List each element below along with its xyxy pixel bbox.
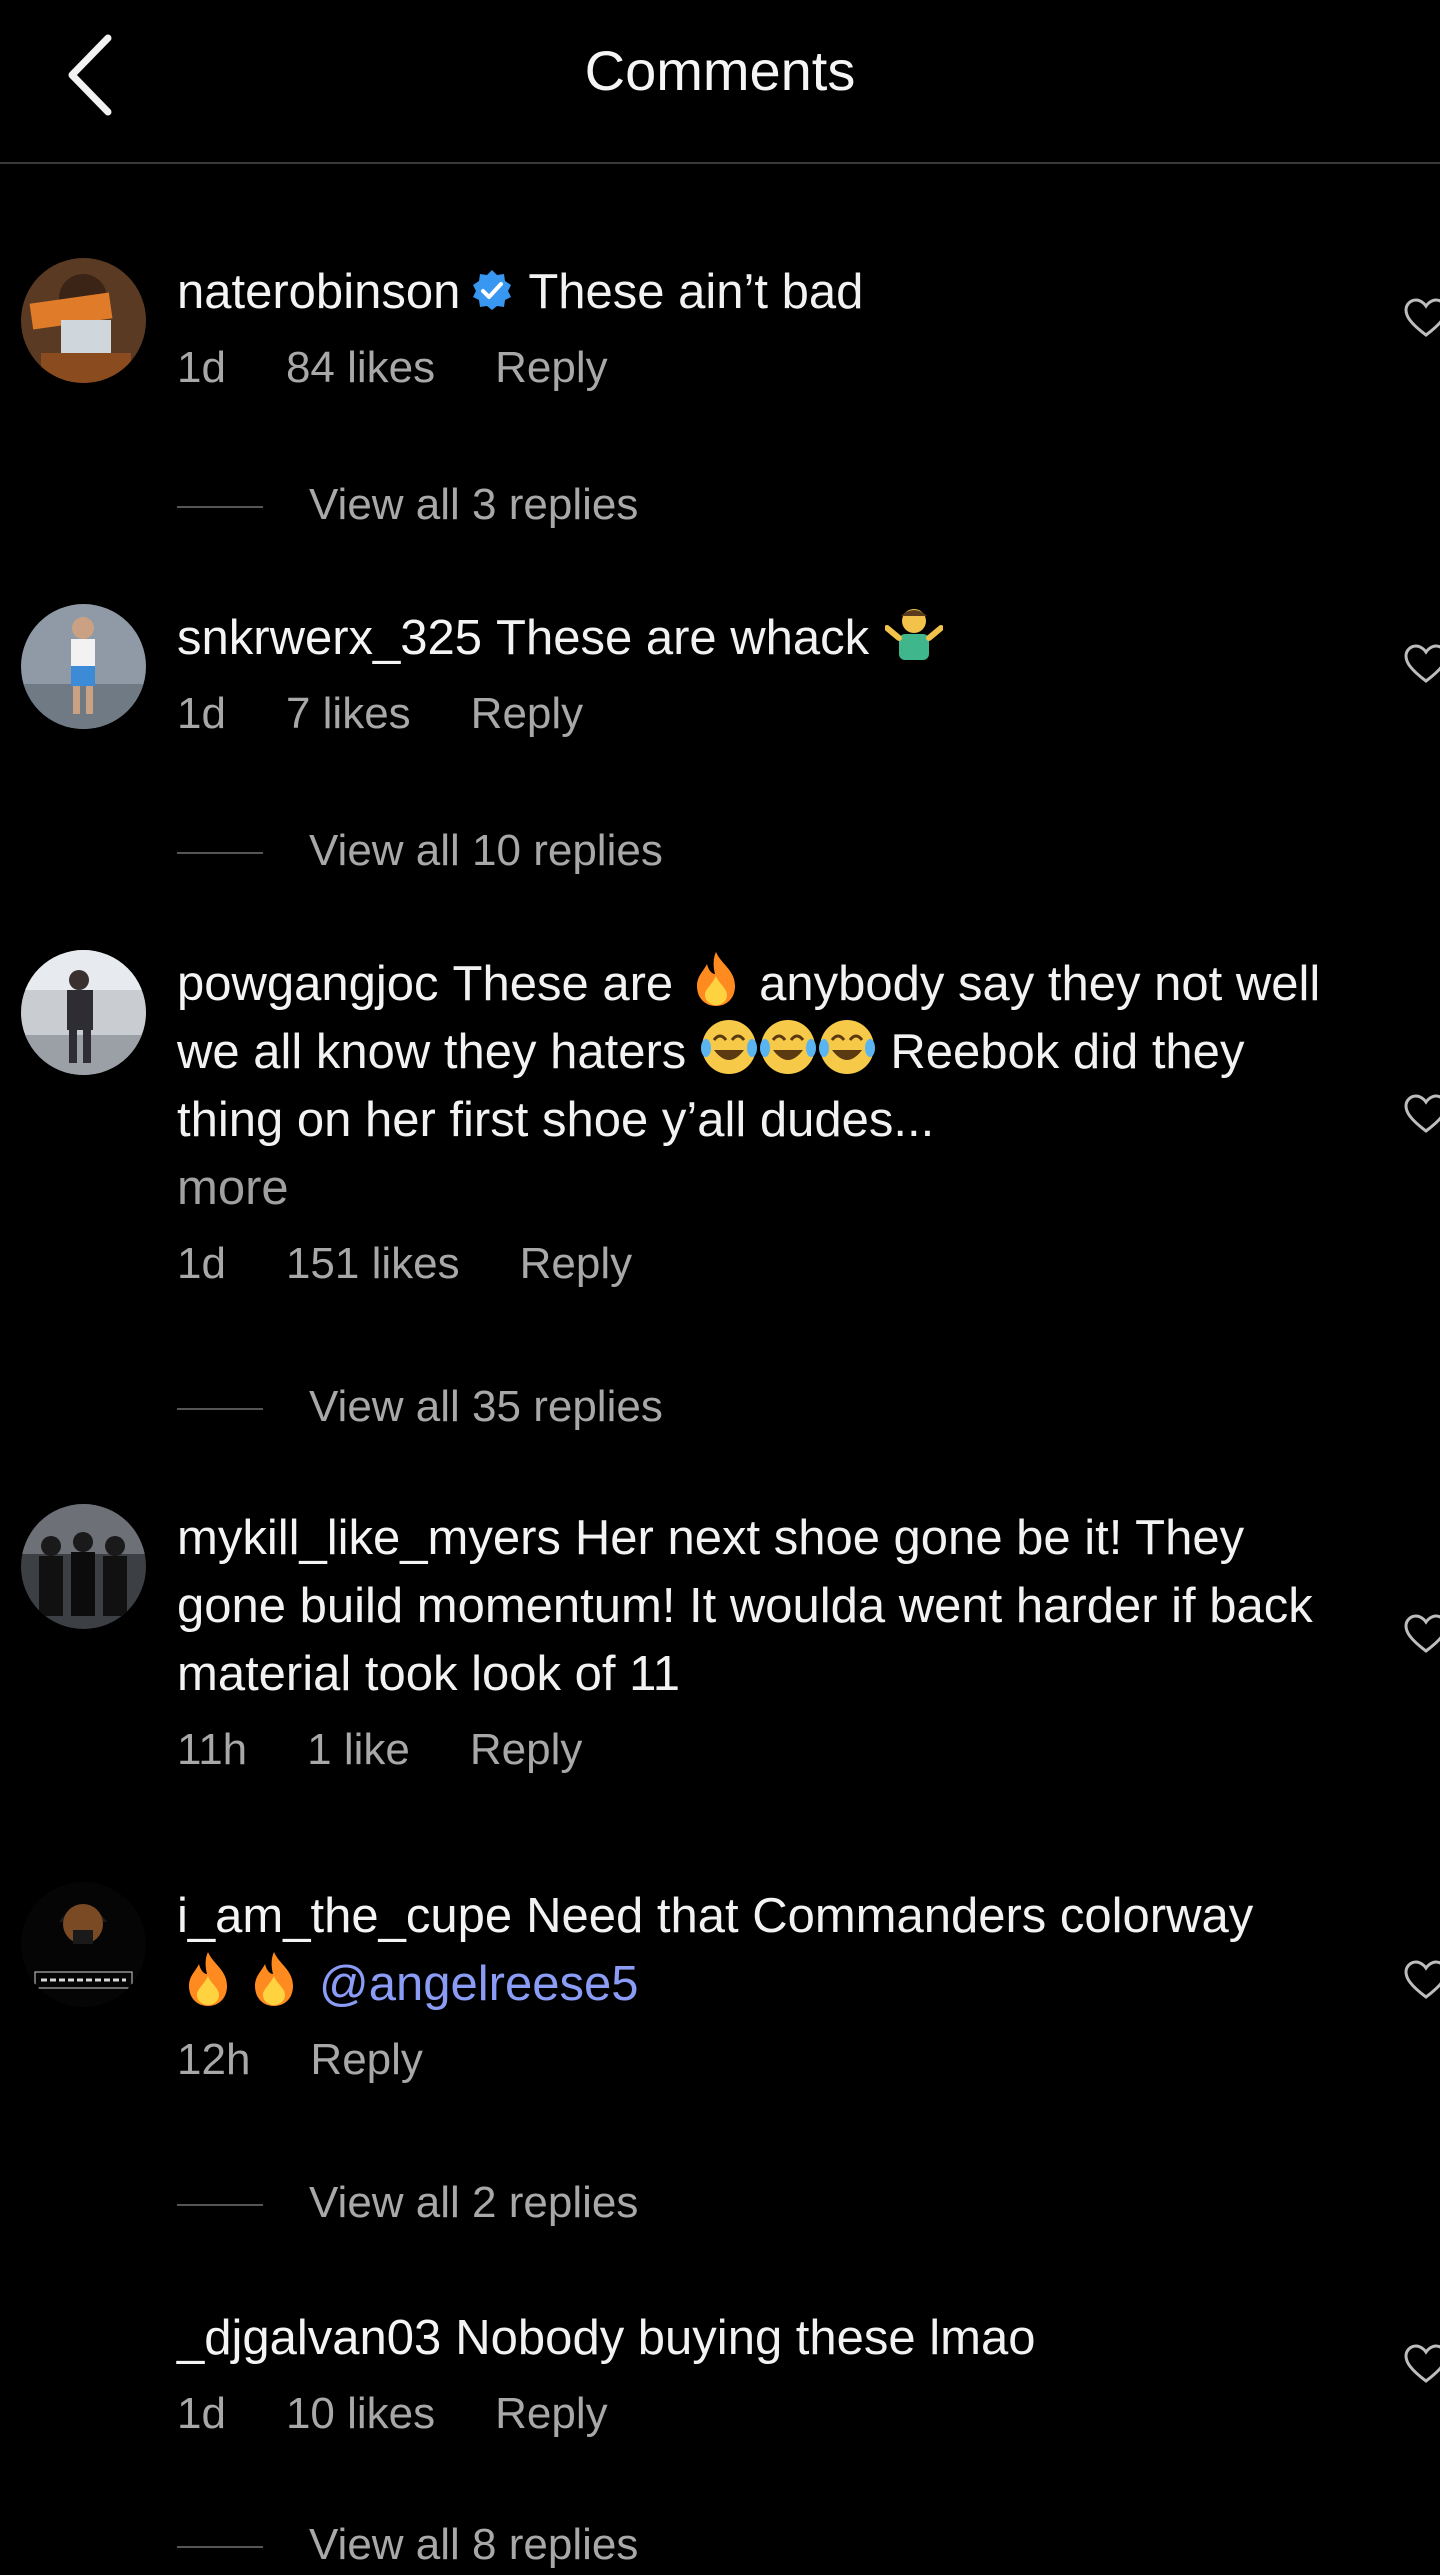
heart-icon[interactable]: [1404, 298, 1440, 338]
divider-line: [177, 2204, 263, 2207]
comment-time: 1d: [177, 343, 226, 392]
comment-body: These are: [452, 957, 674, 1011]
comment-item: powgangjoc These are anybody say they not …: [0, 950, 1440, 1310]
fire-emoji-icon: [189, 1952, 293, 2006]
comment-meta: 12h Reply: [177, 2032, 1357, 2088]
comment-username[interactable]: mykill_like_myers: [177, 1511, 561, 1565]
comment-likes[interactable]: 1 like: [307, 1725, 410, 1774]
comment-meta: 1d 10 likes Reply: [177, 2386, 1357, 2442]
comment-body: Need that Commanders colorway: [526, 1889, 1254, 1943]
comment-item: naterobinson These ain’t bad 1d 84 likes Re…: [0, 258, 1440, 428]
comment-likes[interactable]: 10 likes: [286, 2389, 435, 2438]
view-replies-label: View all 8 replies: [309, 2520, 639, 2569]
divider-line: [177, 506, 263, 509]
avatar[interactable]: [21, 1882, 146, 2007]
comment-time: 1d: [177, 689, 226, 738]
view-replies-label: View all 10 replies: [309, 826, 663, 875]
divider-line: [177, 852, 263, 855]
comment-meta: 11h 1 like Reply: [177, 1722, 1357, 1778]
reply-button[interactable]: Reply: [520, 1239, 633, 1288]
comment-meta: 1d 84 likes Reply: [177, 340, 1357, 396]
comment-item: _djgalvan03 Nobody buying these lmao 1d 10…: [0, 2304, 1440, 2474]
tears-of-joy-emoji-icon: [701, 1020, 876, 1074]
reply-button[interactable]: Reply: [471, 689, 584, 738]
comment-text: snkrwerx_325 These are whack: [177, 604, 1357, 672]
reply-button[interactable]: Reply: [495, 2389, 608, 2438]
verified-badge-icon: [473, 270, 512, 310]
view-replies-button[interactable]: View all 35 replies: [177, 1377, 663, 1437]
comment-username[interactable]: powgangjoc: [177, 957, 439, 1011]
comment-time: 1d: [177, 2389, 226, 2438]
divider-line: [177, 2546, 263, 2549]
reply-button[interactable]: Reply: [495, 343, 608, 392]
heart-icon[interactable]: [1404, 1614, 1440, 1654]
view-replies-button[interactable]: View all 3 replies: [177, 475, 638, 535]
avatar[interactable]: [21, 604, 146, 729]
comment-meta: 1d 151 likes Reply: [177, 1236, 1357, 1292]
comment-item: snkrwerx_325 These are whack 1d 7 likes Rep…: [0, 604, 1440, 774]
comment-time: 11h: [177, 1725, 248, 1774]
reply-button[interactable]: Reply: [470, 1725, 583, 1774]
fire-emoji-icon: [697, 952, 736, 1006]
comment-likes[interactable]: 7 likes: [286, 689, 411, 738]
comment-likes[interactable]: 151 likes: [286, 1239, 460, 1288]
comment-text: i_am_the_cupe Need that Commanders colorw…: [177, 1882, 1357, 2018]
person-shrugging-emoji-icon: [885, 609, 944, 660]
comment-item: i_am_the_cupe Need that Commanders colorw…: [0, 1882, 1440, 2122]
comment-body: These ain’t bad: [528, 265, 864, 319]
heart-icon[interactable]: [1404, 1960, 1440, 2000]
reply-button[interactable]: Reply: [310, 2035, 423, 2084]
comment-item: mykill_like_myers Her next shoe gone be i…: [0, 1504, 1440, 1804]
comment-username[interactable]: i_am_the_cupe: [177, 1889, 512, 1943]
comment-text: mykill_like_myers Her next shoe gone be i…: [177, 1504, 1357, 1708]
comment-text: naterobinson These ain’t bad: [177, 258, 1357, 326]
comment-username[interactable]: snkrwerx_325: [177, 611, 482, 665]
comment-username[interactable]: naterobinson: [177, 265, 460, 319]
comment-likes[interactable]: 84 likes: [286, 343, 435, 392]
header: Comments: [0, 0, 1440, 164]
comment-meta: 1d 7 likes Reply: [177, 686, 1357, 742]
heart-icon[interactable]: [1404, 1094, 1440, 1134]
heart-icon[interactable]: [1404, 2344, 1440, 2384]
avatar[interactable]: [21, 950, 146, 1075]
more-link[interactable]: more: [177, 1161, 289, 1215]
avatar[interactable]: [21, 1504, 146, 1629]
comment-text: powgangjoc These are anybody say they not …: [177, 950, 1357, 1222]
comment-time: 1d: [177, 1239, 226, 1288]
avatar[interactable]: [21, 258, 146, 383]
view-replies-label: View all 3 replies: [309, 480, 639, 529]
comment-body: Nobody buying these lmao: [455, 2311, 1036, 2365]
view-replies-label: View all 2 replies: [309, 2178, 639, 2227]
mention-link[interactable]: @angelreese5: [319, 1957, 638, 2011]
heart-icon[interactable]: [1404, 644, 1440, 684]
view-replies-button[interactable]: View all 10 replies: [177, 821, 663, 881]
comment-time: 12h: [177, 2035, 251, 2084]
view-replies-button[interactable]: View all 8 replies: [177, 2515, 638, 2575]
view-replies-button[interactable]: View all 2 replies: [177, 2173, 638, 2233]
comment-body: These are whack: [496, 611, 870, 665]
divider-line: [177, 1408, 263, 1411]
comment-text: _djgalvan03 Nobody buying these lmao: [177, 2304, 1357, 2372]
comment-username[interactable]: _djgalvan03: [177, 2311, 441, 2365]
view-replies-label: View all 35 replies: [309, 1382, 663, 1431]
page-title: Comments: [584, 39, 856, 102]
